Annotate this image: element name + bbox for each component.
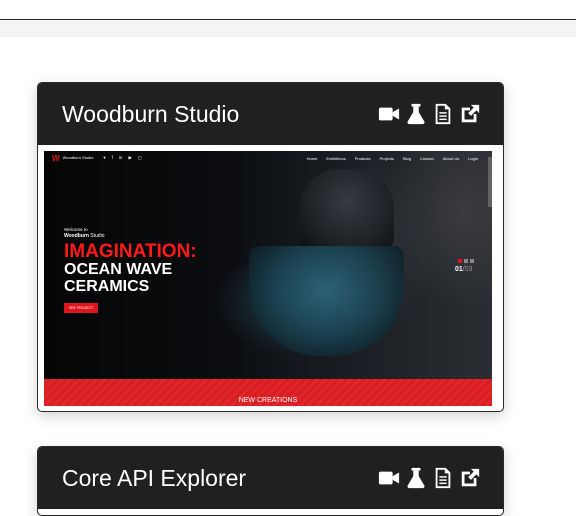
preview-navbar: W Woodburn Studio ▾ f in ▶ ◻ Home Exhibi…: [44, 151, 492, 165]
logo-text: Woodburn Studio: [62, 155, 94, 160]
banner-text: NEW CREATIONS: [238, 397, 298, 404]
new-creations-banner: NEW CREATIONS: [44, 379, 492, 406]
external-link-icon[interactable]: [458, 467, 481, 490]
slider-dot: [464, 259, 468, 263]
video-icon[interactable]: [377, 467, 400, 490]
hero-headline: IMAGINATION:: [64, 241, 197, 262]
card-actions: [377, 467, 481, 490]
preview-logo: W Woodburn Studio: [52, 154, 93, 163]
slide-total: /03: [462, 266, 473, 273]
welcome-text: Welcome to: [64, 227, 88, 232]
brand-rest: Studio: [88, 233, 105, 239]
slide-counter: 01/03: [455, 266, 473, 273]
brand-text: Woodburn Studio: [64, 233, 197, 239]
top-bar: [0, 0, 576, 20]
slider-dot: [470, 259, 474, 263]
card-title: Woodburn Studio: [62, 100, 240, 127]
slide-current: 01: [455, 266, 463, 273]
website-screenshot-preview[interactable]: W Woodburn Studio ▾ f in ▶ ◻ Home Exhibi…: [44, 151, 492, 406]
card-title: Core API Explorer: [62, 464, 247, 491]
card-actions: [377, 103, 481, 126]
card-header: Core API Explorer: [38, 447, 503, 509]
twitter-icon: ▾: [103, 155, 106, 160]
linkedin-icon: in: [118, 155, 123, 160]
brand-bold: Woodburn: [64, 233, 89, 239]
slider-dot-active: [458, 259, 462, 263]
hero-line-2: CERAMICS: [64, 278, 150, 295]
teapot-image: [299, 169, 394, 249]
see-project-button: SEE PROJECT: [64, 303, 98, 313]
document-icon[interactable]: [431, 467, 454, 490]
instagram-icon: ◻: [137, 155, 142, 160]
external-link-icon[interactable]: [458, 103, 481, 126]
slider-dots: [458, 259, 474, 263]
preview-menu-item: Contact: [419, 155, 434, 161]
preview-menu-item: About Us: [442, 155, 460, 161]
video-icon[interactable]: [377, 103, 400, 126]
header-strip: [0, 21, 576, 37]
youtube-icon: ▶: [128, 155, 132, 160]
preview-menu-item: Blog: [402, 155, 411, 161]
facebook-icon: f: [111, 155, 113, 160]
flask-icon[interactable]: [404, 103, 427, 126]
project-card: Woodburn Studio W Woodburn Studio ▾ f in…: [37, 82, 504, 412]
flask-icon[interactable]: [404, 467, 427, 490]
preview-social-links: ▾ f in ▶ ◻: [103, 155, 141, 161]
preview-menu-item: Projects: [379, 155, 394, 161]
preview-menu-item: Products: [354, 155, 371, 161]
preview-scrollbar: [488, 157, 492, 207]
preview-hero-text: Welcome to Woodburn Studio IMAGINATION: …: [64, 227, 197, 313]
logo-mark: W: [52, 153, 60, 163]
preview-menu-item: Login: [468, 155, 478, 161]
project-card: Core API Explorer: [37, 446, 504, 516]
preview-menu-item: Home: [306, 155, 318, 161]
preview-menu-item: Exhibitions: [326, 155, 346, 161]
hero-line-1: OCEAN WAVE: [64, 261, 173, 278]
card-header: Woodburn Studio: [38, 83, 503, 145]
document-icon[interactable]: [431, 103, 454, 126]
preview-menu: Home Exhibitions Products Projects Blog …: [307, 156, 478, 161]
